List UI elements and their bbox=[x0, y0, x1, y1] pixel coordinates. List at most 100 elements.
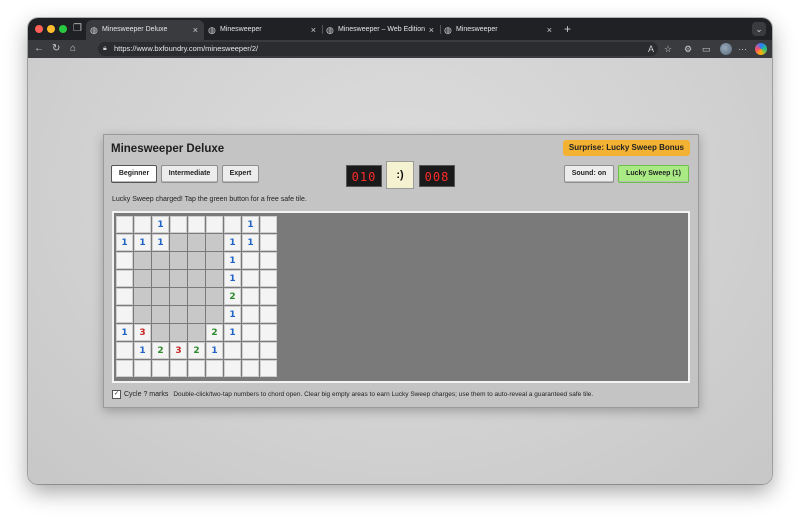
covered-tile[interactable] bbox=[170, 360, 187, 377]
covered-tile[interactable] bbox=[224, 342, 241, 359]
url-field[interactable]: 🔒︎ https://www.bxfoundry.com/minesweeper… bbox=[98, 42, 658, 56]
covered-tile[interactable] bbox=[134, 216, 151, 233]
tab-minesweeper[interactable]: ◍ Minesweeper × bbox=[204, 20, 322, 40]
covered-tile[interactable] bbox=[188, 216, 205, 233]
expert-button[interactable]: Expert bbox=[222, 165, 259, 183]
revealed-empty-tile[interactable] bbox=[188, 306, 205, 323]
sound-toggle-button[interactable]: Sound: on bbox=[564, 165, 614, 183]
covered-tile[interactable] bbox=[116, 288, 133, 305]
covered-tile[interactable] bbox=[170, 216, 187, 233]
number-tile[interactable]: 3 bbox=[170, 342, 187, 359]
revealed-empty-tile[interactable] bbox=[188, 288, 205, 305]
covered-tile[interactable] bbox=[260, 234, 277, 251]
number-tile[interactable]: 2 bbox=[152, 342, 169, 359]
revealed-empty-tile[interactable] bbox=[206, 234, 223, 251]
revealed-empty-tile[interactable] bbox=[188, 270, 205, 287]
revealed-empty-tile[interactable] bbox=[134, 270, 151, 287]
revealed-empty-tile[interactable] bbox=[152, 270, 169, 287]
number-tile[interactable]: 1 bbox=[224, 324, 241, 341]
number-tile[interactable]: 3 bbox=[134, 324, 151, 341]
covered-tile[interactable] bbox=[242, 342, 259, 359]
covered-tile[interactable] bbox=[242, 270, 259, 287]
revealed-empty-tile[interactable] bbox=[170, 270, 187, 287]
close-icon[interactable]: × bbox=[311, 20, 316, 40]
revealed-empty-tile[interactable] bbox=[206, 270, 223, 287]
tab-actions-icon[interactable]: ❐ bbox=[73, 22, 82, 36]
number-tile[interactable]: 1 bbox=[134, 234, 151, 251]
close-window-button[interactable] bbox=[35, 25, 43, 33]
number-tile[interactable]: 1 bbox=[224, 270, 241, 287]
minimize-window-button[interactable] bbox=[47, 25, 55, 33]
tab-minesweeper-web-edition[interactable]: ◍ Minesweeper – Web Edition × bbox=[322, 20, 440, 40]
covered-tile[interactable] bbox=[260, 216, 277, 233]
covered-tile[interactable] bbox=[260, 360, 277, 377]
revealed-empty-tile[interactable] bbox=[188, 234, 205, 251]
revealed-empty-tile[interactable] bbox=[152, 324, 169, 341]
revealed-empty-tile[interactable] bbox=[206, 288, 223, 305]
reset-face-button[interactable]: :) bbox=[386, 161, 414, 189]
profile-avatar[interactable] bbox=[720, 43, 732, 55]
number-tile[interactable]: 2 bbox=[206, 324, 223, 341]
lucky-sweep-button[interactable]: Lucky Sweep (1) bbox=[618, 165, 689, 183]
revealed-empty-tile[interactable] bbox=[170, 306, 187, 323]
revealed-empty-tile[interactable] bbox=[152, 306, 169, 323]
covered-tile[interactable] bbox=[260, 288, 277, 305]
cycle-marks-checkbox[interactable]: ✓ bbox=[112, 390, 121, 399]
covered-tile[interactable] bbox=[116, 306, 133, 323]
covered-tile[interactable] bbox=[206, 216, 223, 233]
covered-tile[interactable] bbox=[242, 252, 259, 269]
number-tile[interactable]: 1 bbox=[134, 342, 151, 359]
covered-tile[interactable] bbox=[134, 360, 151, 377]
tab-minesweeper-2[interactable]: ◍ Minesweeper × bbox=[440, 20, 558, 40]
number-tile[interactable]: 1 bbox=[224, 234, 241, 251]
covered-tile[interactable] bbox=[116, 252, 133, 269]
covered-tile[interactable] bbox=[260, 324, 277, 341]
new-tab-icon[interactable]: + bbox=[564, 21, 571, 37]
revealed-empty-tile[interactable] bbox=[170, 288, 187, 305]
revealed-empty-tile[interactable] bbox=[152, 252, 169, 269]
covered-tile[interactable] bbox=[152, 360, 169, 377]
back-icon[interactable]: ← bbox=[34, 42, 44, 56]
copilot-icon[interactable] bbox=[755, 43, 767, 55]
covered-tile[interactable] bbox=[260, 342, 277, 359]
covered-tile[interactable] bbox=[224, 360, 241, 377]
revealed-empty-tile[interactable] bbox=[170, 252, 187, 269]
number-tile[interactable]: 1 bbox=[224, 252, 241, 269]
revealed-empty-tile[interactable] bbox=[152, 288, 169, 305]
covered-tile[interactable] bbox=[116, 270, 133, 287]
number-tile[interactable]: 1 bbox=[116, 324, 133, 341]
maximize-window-button[interactable] bbox=[59, 25, 67, 33]
covered-tile[interactable] bbox=[260, 252, 277, 269]
home-icon[interactable]: ⌂ bbox=[70, 42, 76, 56]
revealed-empty-tile[interactable] bbox=[206, 306, 223, 323]
covered-tile[interactable] bbox=[242, 324, 259, 341]
revealed-empty-tile[interactable] bbox=[170, 234, 187, 251]
covered-tile[interactable] bbox=[260, 270, 277, 287]
more-icon[interactable]: ··· bbox=[738, 43, 747, 55]
close-icon[interactable]: × bbox=[547, 20, 552, 40]
beginner-button[interactable]: Beginner bbox=[111, 165, 157, 183]
close-icon[interactable]: × bbox=[429, 20, 434, 40]
number-tile[interactable]: 1 bbox=[224, 306, 241, 323]
revealed-empty-tile[interactable] bbox=[134, 288, 151, 305]
revealed-empty-tile[interactable] bbox=[170, 324, 187, 341]
covered-tile[interactable] bbox=[242, 360, 259, 377]
covered-tile[interactable] bbox=[116, 360, 133, 377]
reload-icon[interactable]: ↻ bbox=[52, 42, 60, 56]
revealed-empty-tile[interactable] bbox=[134, 252, 151, 269]
covered-tile[interactable] bbox=[116, 216, 133, 233]
number-tile[interactable]: 1 bbox=[152, 216, 169, 233]
revealed-empty-tile[interactable] bbox=[134, 306, 151, 323]
intermediate-button[interactable]: Intermediate bbox=[161, 165, 218, 183]
number-tile[interactable]: 1 bbox=[116, 234, 133, 251]
revealed-empty-tile[interactable] bbox=[188, 252, 205, 269]
chevron-down-icon[interactable]: ⌄ bbox=[752, 22, 766, 36]
covered-tile[interactable] bbox=[242, 288, 259, 305]
revealed-empty-tile[interactable] bbox=[206, 252, 223, 269]
read-aloud-icon[interactable]: A bbox=[648, 43, 654, 55]
number-tile[interactable]: 1 bbox=[242, 216, 259, 233]
favorite-icon[interactable]: ☆ bbox=[664, 43, 672, 55]
number-tile[interactable]: 1 bbox=[152, 234, 169, 251]
revealed-empty-tile[interactable] bbox=[188, 324, 205, 341]
covered-tile[interactable] bbox=[224, 216, 241, 233]
